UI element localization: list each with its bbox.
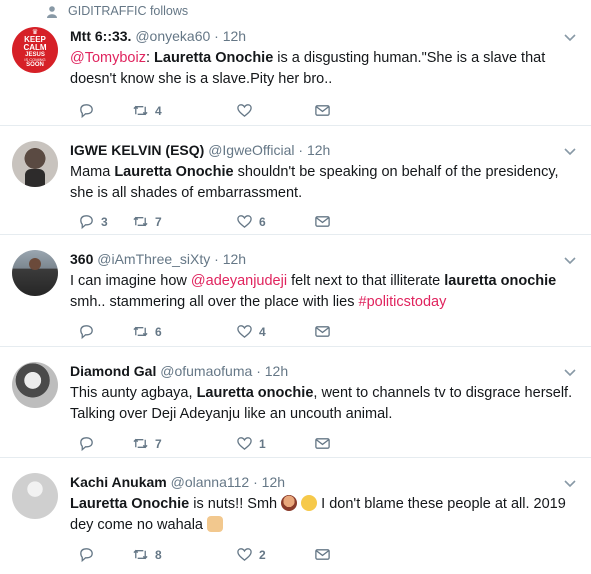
tweet-text: @Tomyboiz: Lauretta Onochie is a disgust… (70, 50, 546, 87)
separator-dot: · (253, 474, 258, 490)
tweet-header: Diamond Gal @ofumaofuma · 12h (70, 362, 288, 380)
retweet-icon (133, 549, 148, 560)
retweet-icon (133, 216, 148, 227)
dm-button[interactable] (314, 323, 331, 340)
social-context-label[interactable]: GIDITRAFFIC follows (68, 4, 188, 18)
highlight-term: Lauretta Onochie (114, 164, 234, 180)
retweet-icon (133, 326, 148, 337)
woman-facepalming-emoji-icon (281, 495, 298, 511)
avatar[interactable]: ♛ KEEP CALM JESUS IS COMING SOON (12, 27, 58, 73)
person-icon (47, 6, 57, 18)
reply-icon (80, 325, 93, 340)
reply-icon (80, 104, 93, 119)
separator-dot: · (214, 251, 219, 267)
dm-button[interactable] (314, 213, 331, 230)
chevron-down-icon[interactable] (563, 365, 577, 379)
tweet-2[interactable]: IGWE KELVIN (ESQ) @IgweOfficial · 12h Ma… (0, 126, 591, 235)
timestamp[interactable]: 12h (223, 28, 246, 44)
retweet-icon (133, 105, 148, 116)
tweet-header: IGWE KELVIN (ESQ) @IgweOfficial · 12h (70, 141, 330, 159)
reply-button[interactable] (78, 323, 101, 340)
tweet-header: Kachi Anukam @olanna112 · 12h (70, 473, 285, 491)
reply-icon (80, 215, 93, 230)
separator-dot: · (298, 142, 304, 158)
like-button[interactable]: 1 (236, 435, 266, 452)
reply-icon (80, 548, 93, 563)
retweet-icon (133, 438, 148, 449)
timestamp[interactable]: 12h (307, 142, 330, 158)
mention-link[interactable]: @Tomyboiz (70, 50, 146, 66)
author-name[interactable]: IGWE KELVIN (ESQ) (70, 142, 204, 158)
envelope-icon (315, 216, 330, 227)
envelope-icon (315, 438, 330, 449)
avatar[interactable] (12, 250, 58, 296)
highlight-term: Lauretta Onochie (154, 50, 274, 66)
clapping-hands-emoji-icon (207, 516, 224, 532)
heart-icon (237, 325, 252, 339)
reply-button[interactable] (78, 102, 101, 119)
author-handle[interactable]: @ofumaofuma (160, 363, 252, 379)
retweet-button[interactable]: 7 (132, 435, 162, 452)
author-name[interactable]: Mtt 6::33. (70, 28, 131, 44)
heart-icon (237, 215, 252, 229)
chevron-down-icon[interactable] (563, 253, 577, 267)
separator-dot: · (214, 28, 219, 44)
chevron-down-icon[interactable] (563, 476, 577, 490)
tweet-4[interactable]: Diamond Gal @ofumaofuma · 12h This aunty… (0, 347, 591, 458)
highlight-term: Lauretta Onochie (70, 496, 190, 512)
tweet-text: I can imagine how @adeyanjudeji felt nex… (70, 273, 557, 310)
tweet-text: Lauretta Onochie is nuts!! Smh I don't b… (70, 495, 566, 533)
dm-button[interactable] (314, 435, 331, 452)
chevron-down-icon[interactable] (563, 144, 577, 158)
timestamp[interactable]: 12h (265, 363, 288, 379)
avatar[interactable] (12, 362, 58, 408)
retweet-button[interactable]: 8 (132, 546, 162, 563)
separator-dot: · (256, 363, 261, 379)
timestamp[interactable]: 12h (262, 474, 285, 490)
heart-icon (237, 548, 252, 562)
timestamp[interactable]: 12h (223, 251, 246, 267)
mention-link[interactable]: @adeyanjudeji (191, 273, 287, 289)
avatar[interactable] (12, 473, 58, 519)
tweet-5[interactable]: Kachi Anukam @olanna112 · 12h Lauretta O… (0, 458, 591, 574)
reply-button[interactable]: 3 (78, 213, 108, 230)
author-name[interactable]: 360 (70, 251, 93, 267)
reply-icon (80, 437, 93, 452)
chevron-down-icon[interactable] (563, 30, 577, 44)
author-name[interactable]: Kachi Anukam (70, 474, 167, 490)
tweet-1[interactable]: ♛ KEEP CALM JESUS IS COMING SOON Mtt 6::… (0, 22, 591, 126)
highlight-term: lauretta onochie (444, 273, 557, 289)
heart-icon (237, 437, 252, 451)
tweet-text: Mama Lauretta Onochie shouldn't be speak… (70, 164, 559, 201)
like-button[interactable] (236, 102, 259, 119)
retweet-button[interactable]: 6 (132, 323, 162, 340)
envelope-icon (315, 105, 330, 116)
author-handle[interactable]: @olanna112 (171, 474, 250, 490)
author-name[interactable]: Diamond Gal (70, 363, 156, 379)
eye-roll-emoji-icon (301, 495, 318, 511)
retweet-button[interactable]: 7 (132, 213, 162, 230)
dm-button[interactable] (314, 546, 331, 563)
reply-button[interactable] (78, 435, 101, 452)
author-handle[interactable]: @IgweOfficial (208, 142, 294, 158)
like-button[interactable]: 4 (236, 323, 266, 340)
tweet-header: Mtt 6::33. @onyeka60 · 12h (70, 27, 246, 45)
highlight-term: Lauretta onochie (196, 385, 314, 401)
reply-button[interactable] (78, 546, 101, 563)
envelope-icon (315, 549, 330, 560)
tweet-header: 360 @iAmThree_siXty · 12h (70, 250, 246, 268)
author-handle[interactable]: @iAmThree_siXty (97, 251, 210, 267)
avatar[interactable] (12, 141, 58, 187)
dm-button[interactable] (314, 102, 331, 119)
tweet-3[interactable]: 360 @iAmThree_siXty · 12h I can imagine … (0, 235, 591, 347)
like-button[interactable]: 6 (236, 213, 266, 230)
author-handle[interactable]: @onyeka60 (135, 28, 210, 44)
heart-icon (237, 104, 252, 118)
retweet-button[interactable]: 4 (132, 102, 162, 119)
envelope-icon (315, 326, 330, 337)
social-context: GIDITRAFFIC follows (0, 0, 591, 22)
like-button[interactable]: 2 (236, 546, 266, 563)
tweet-text: This aunty agbaya, Lauretta onochie, wen… (70, 385, 573, 422)
hashtag-link[interactable]: #politicstoday (359, 294, 447, 310)
